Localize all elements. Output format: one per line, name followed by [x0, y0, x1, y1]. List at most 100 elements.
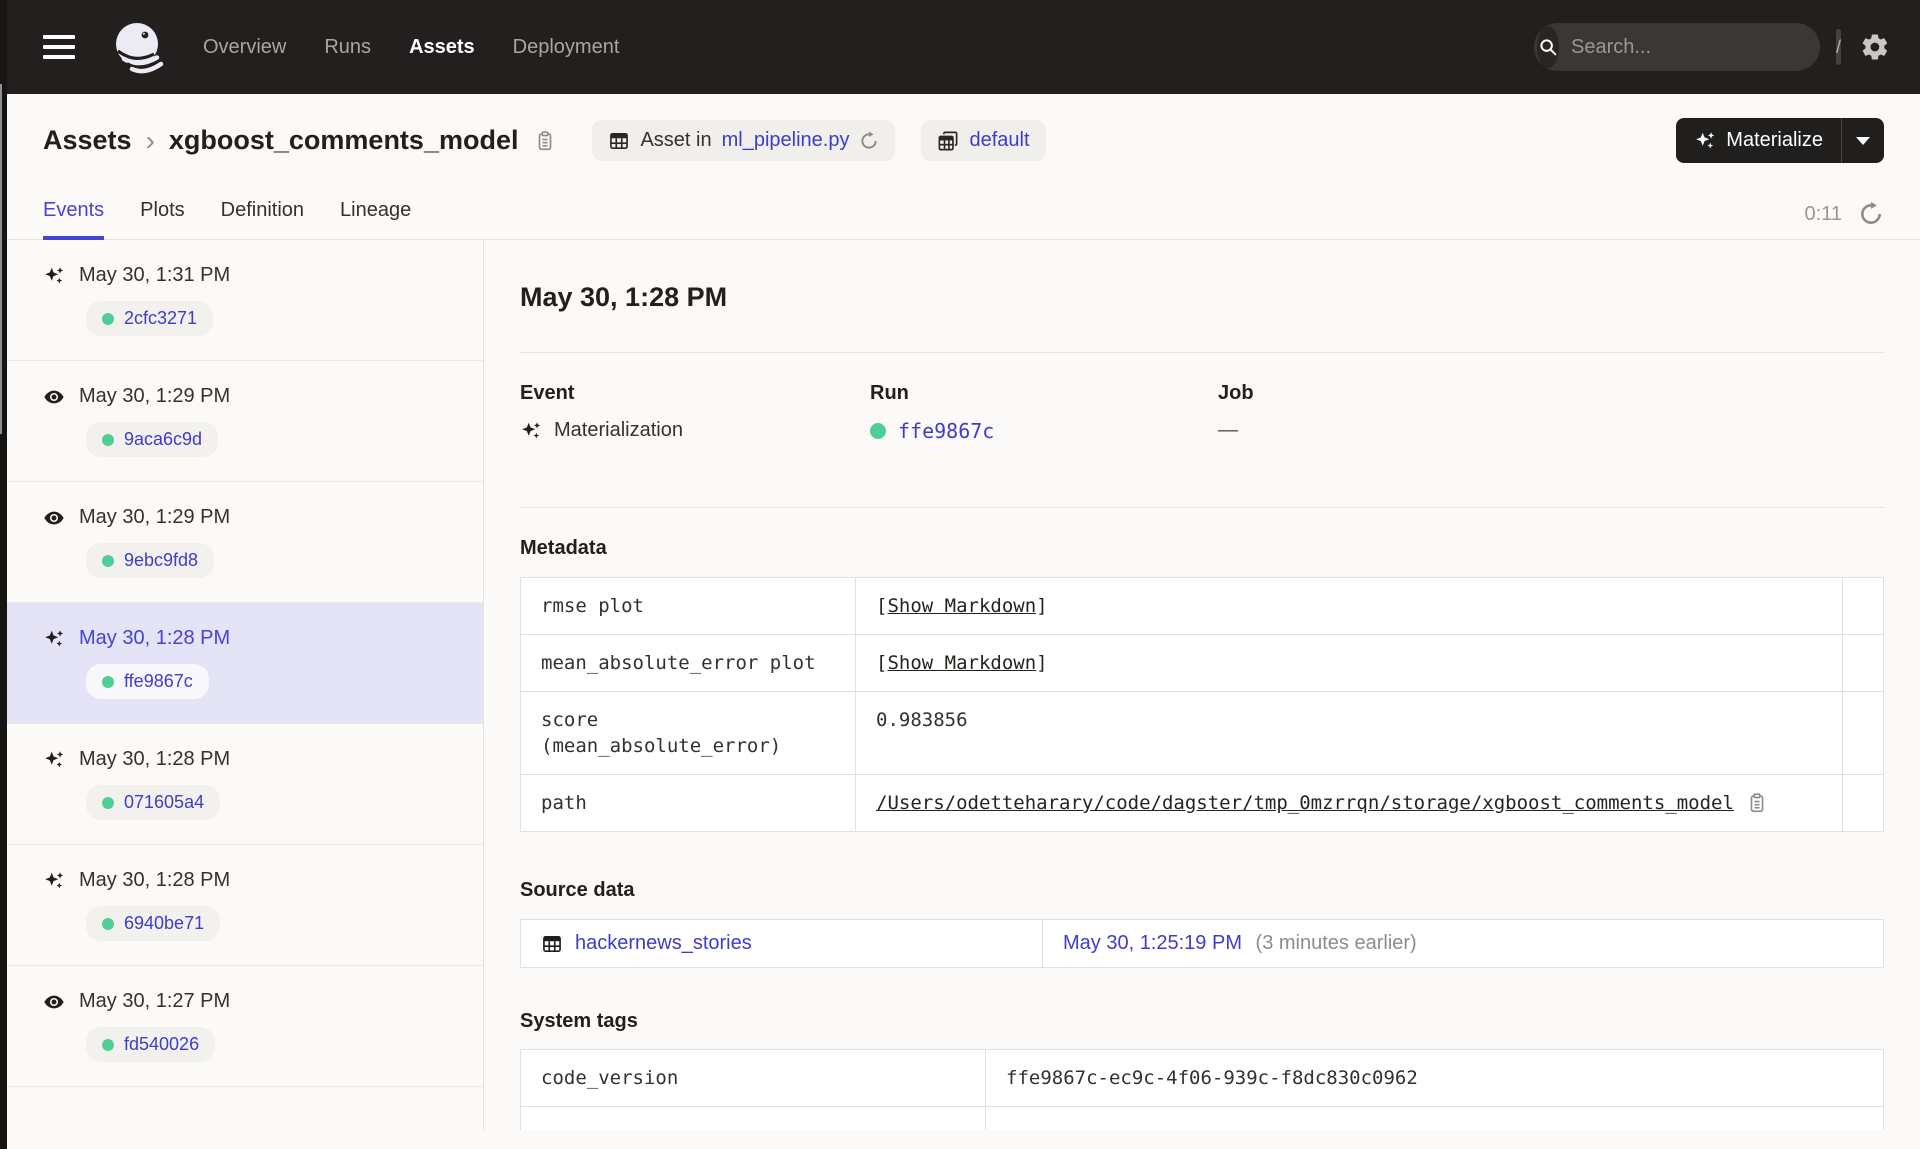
run-success-dot — [102, 554, 114, 567]
nav-links: Overview Runs Assets Deployment — [203, 36, 619, 59]
run-id-link[interactable]: ffe9867c — [898, 419, 994, 443]
code-location-icon — [937, 130, 959, 152]
tag-key: code_version — [520, 1049, 986, 1107]
repo-badge[interactable]: default — [921, 120, 1046, 161]
source-data-table: hackernews_stories May 30, 1:25:19 PM (3… — [520, 919, 1884, 968]
nav-link-deployment[interactable]: Deployment — [513, 36, 620, 59]
table-row: rmse plot [Show Markdown] — [520, 577, 1884, 635]
observation-eye-icon — [43, 991, 65, 1013]
materialization-sparkle-icon — [43, 265, 65, 287]
table-row — [520, 1106, 1884, 1130]
copy-asset-name-icon[interactable] — [534, 129, 556, 153]
event-list-item[interactable]: May 30, 1:29 PM 9ebc9fd8 — [0, 482, 483, 603]
search-shortcut-key: / — [1836, 29, 1842, 65]
job-value: — — [1218, 419, 1238, 441]
metadata-score-value: 0.983856 — [855, 691, 1843, 775]
metadata-key: mean_absolute_error plot — [520, 634, 856, 692]
asset-table-icon — [541, 933, 563, 955]
event-list-sidebar: May 30, 1:31 PM 2cfc3271 May 30, 1:29 PM… — [0, 240, 484, 1130]
event-list-item[interactable]: May 30, 1:31 PM 2cfc3271 — [0, 240, 483, 361]
run-success-dot — [102, 917, 114, 930]
breadcrumb: Assets › xgboost_comments_model — [43, 125, 518, 156]
job-column-label: Job — [1218, 382, 1254, 404]
top-nav: Overview Runs Assets Deployment / — [0, 0, 1920, 94]
hamburger-menu-icon[interactable] — [43, 35, 75, 59]
metadata-heading: Metadata — [520, 537, 607, 559]
run-success-dot — [102, 1038, 114, 1051]
run-id-badge[interactable]: 6940be71 — [86, 906, 221, 941]
table-row: score (mean_absolute_error) 0.983856 — [520, 691, 1884, 775]
event-timestamp-title: May 30, 1:28 PM — [520, 282, 728, 312]
tab-events[interactable]: Events — [43, 199, 105, 240]
event-list-item[interactable]: May 30, 1:28 PM 071605a4 — [0, 724, 483, 845]
table-row: code_version ffe9867c-ec9c-4f06-939c-f8d… — [520, 1049, 1884, 1107]
asset-file-link[interactable]: ml_pipeline.py — [722, 129, 850, 152]
desktop-edge-line — [0, 84, 2, 434]
metadata-key: score (mean_absolute_error) — [520, 691, 856, 775]
run-success-dot — [102, 796, 114, 809]
metadata-key: rmse plot — [520, 577, 856, 635]
page-header: Assets › xgboost_comments_model Asset in… — [0, 94, 1920, 163]
event-list-item[interactable]: May 30, 1:28 PM 6940be71 — [0, 845, 483, 966]
materialization-sparkle-icon — [520, 420, 542, 442]
search-icon — [1537, 26, 1559, 68]
run-success-dot — [102, 433, 114, 446]
show-markdown-link[interactable]: Show Markdown — [887, 595, 1036, 617]
event-list-item-selected[interactable]: May 30, 1:28 PM ffe9867c — [0, 603, 483, 724]
tab-definition[interactable]: Definition — [221, 199, 304, 240]
asset-tabs: Events Plots Definition Lineage 0:11 — [0, 199, 1920, 240]
tab-plots[interactable]: Plots — [140, 199, 184, 240]
table-row: hackernews_stories May 30, 1:25:19 PM (3… — [520, 919, 1884, 968]
run-id-badge[interactable]: 9ebc9fd8 — [86, 543, 215, 578]
materialize-dropdown-button[interactable] — [1842, 118, 1884, 163]
search-box[interactable]: / — [1534, 23, 1842, 71]
nav-link-runs[interactable]: Runs — [324, 36, 371, 59]
tag-value: ffe9867c-ec9c-4f06-939c-f8dc830c0962 — [985, 1049, 1884, 1107]
materialize-split-button: Materialize — [1676, 118, 1884, 163]
observation-eye-icon — [43, 386, 65, 408]
run-column-label: Run — [870, 382, 909, 404]
event-type-value: Materialization — [554, 419, 683, 441]
copy-path-icon[interactable] — [1746, 791, 1768, 815]
materialize-sparkle-icon — [1694, 130, 1716, 152]
run-success-dot — [102, 312, 114, 325]
event-column-label: Event — [520, 382, 575, 404]
run-id-badge[interactable]: 071605a4 — [86, 785, 221, 820]
dagster-logo-icon[interactable] — [111, 19, 167, 75]
metadata-table: rmse plot [Show Markdown] mean_absolute_… — [520, 577, 1884, 832]
materialize-button[interactable]: Materialize — [1676, 118, 1841, 163]
refresh-icon[interactable] — [1858, 201, 1884, 227]
source-asset-link[interactable]: hackernews_stories — [575, 932, 752, 955]
system-tags-heading: System tags — [520, 1010, 638, 1032]
run-id-badge[interactable]: 2cfc3271 — [86, 301, 214, 336]
storage-path-link[interactable]: /Users/odetteharary/code/dagster/tmp_0mz… — [876, 790, 1734, 816]
event-detail-panel: May 30, 1:28 PM Event Materialization Ru… — [484, 240, 1920, 1130]
nav-link-overview[interactable]: Overview — [203, 36, 286, 59]
table-row: path /Users/odetteharary/code/dagster/tm… — [520, 774, 1884, 832]
materialization-sparkle-icon — [43, 870, 65, 892]
nav-link-assets[interactable]: Assets — [409, 36, 475, 59]
refresh-countdown: 0:11 — [1804, 202, 1842, 225]
tab-lineage[interactable]: Lineage — [340, 199, 411, 240]
source-data-heading: Source data — [520, 879, 635, 901]
run-id-badge[interactable]: 9aca6c9d — [86, 422, 219, 457]
run-success-dot — [102, 675, 114, 688]
event-list-item[interactable]: May 30, 1:29 PM 9aca6c9d — [0, 361, 483, 482]
event-list-item[interactable]: May 30, 1:27 PM fd540026 — [0, 966, 483, 1087]
materialization-sparkle-icon — [43, 628, 65, 650]
source-relative-note: (3 minutes earlier) — [1255, 932, 1417, 954]
metadata-key: path — [520, 774, 856, 832]
show-markdown-link[interactable]: Show Markdown — [887, 652, 1036, 674]
run-id-badge[interactable]: fd540026 — [86, 1027, 216, 1062]
gear-icon[interactable] — [1860, 32, 1890, 62]
asset-location-prefix: Asset in — [640, 129, 712, 151]
search-input[interactable] — [1559, 35, 1836, 59]
breadcrumb-assets[interactable]: Assets — [43, 125, 132, 156]
chevron-down-icon — [1856, 136, 1870, 145]
source-timestamp-link[interactable]: May 30, 1:25:19 PM — [1063, 932, 1242, 954]
reload-location-icon[interactable] — [859, 130, 879, 151]
materialization-sparkle-icon — [43, 749, 65, 771]
asset-location-badge[interactable]: Asset in ml_pipeline.py — [592, 120, 896, 161]
repo-link[interactable]: default — [969, 129, 1029, 152]
run-id-badge[interactable]: ffe9867c — [86, 664, 209, 699]
